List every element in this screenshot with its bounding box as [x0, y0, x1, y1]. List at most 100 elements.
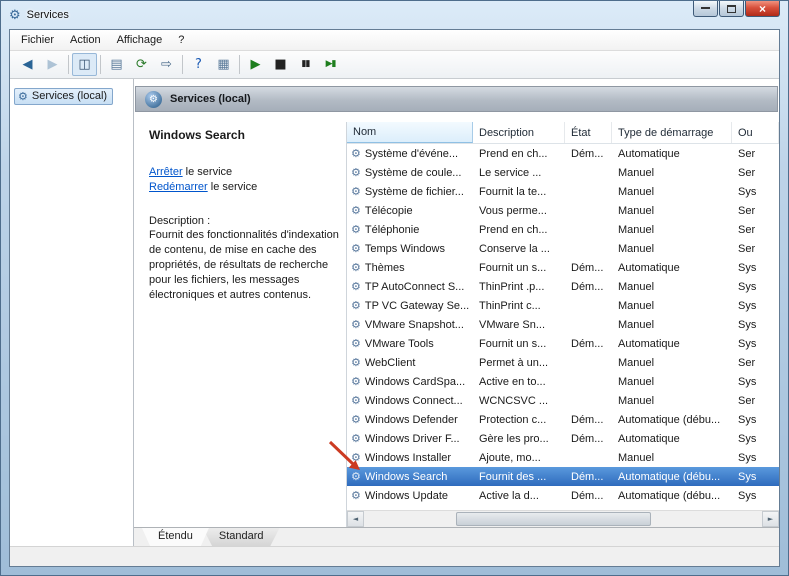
- service-row[interactable]: ⚙ VMware Tools Fournit un s... Dém... Automa…: [347, 334, 779, 353]
- tree-item-services-local[interactable]: ⚙ Services (local): [14, 88, 114, 105]
- console-tree: ⚙ Services (local): [10, 79, 134, 546]
- service-name: Système de coule...: [364, 166, 462, 179]
- column-header-description[interactable]: Description: [473, 122, 565, 143]
- service-name: VMware Tools: [364, 337, 434, 350]
- service-row[interactable]: ⚙ Temps Windows Conserve la ... Manuel Ser: [347, 239, 779, 258]
- minimize-button[interactable]: [693, 1, 718, 17]
- panel-header: ⚙ Services (local): [135, 86, 778, 112]
- service-row[interactable]: ⚙ Télécopie Vous perme... Manuel Ser: [347, 201, 779, 220]
- menu-fichier[interactable]: Fichier: [13, 31, 62, 49]
- menu-affichage[interactable]: Affichage: [109, 31, 171, 49]
- menu-action[interactable]: Action: [62, 31, 109, 49]
- tab-standard[interactable]: Standard: [202, 528, 280, 546]
- window-controls: ×: [692, 1, 780, 17]
- service-startup-type: Automatique (débu...: [618, 489, 721, 502]
- restart-link-action[interactable]: Redémarrer: [149, 181, 208, 193]
- stop-link-action[interactable]: Arrêter: [149, 166, 183, 178]
- column-header-nom[interactable]: Nom: [347, 122, 473, 143]
- service-description: Active en to...: [479, 375, 546, 388]
- service-row[interactable]: ⚙ Thèmes Fournit un s... Dém... Automatique S…: [347, 258, 779, 277]
- service-row[interactable]: ⚙ Windows Search Fournit des ... Dém... Auto…: [347, 467, 779, 486]
- window-title: Services: [26, 9, 69, 21]
- close-button[interactable]: ×: [745, 1, 780, 17]
- service-row[interactable]: ⚙ VMware Snapshot... VMware Sn... Manuel Sys: [347, 315, 779, 334]
- service-logon-as: Ser: [738, 394, 756, 407]
- service-name: Télécopie: [364, 204, 413, 217]
- services-list-pane: Nom Description État Type de démarrage Ou ⚙ S…: [346, 122, 779, 527]
- stop-service-button[interactable]: ■: [268, 53, 293, 76]
- column-header-ou[interactable]: Ou: [732, 122, 779, 143]
- pause-service-button[interactable]: ▮▮: [293, 53, 318, 76]
- scrollbar-track[interactable]: [364, 511, 762, 527]
- service-row[interactable]: ⚙ Windows Connect... WCNCSVC ... Manuel Ser: [347, 391, 779, 410]
- service-state: Dém...: [571, 489, 604, 502]
- service-startup-type: Automatique: [618, 147, 680, 160]
- help-button[interactable]: ?: [186, 53, 211, 76]
- stop-service-link[interactable]: Arrêter le service: [149, 166, 336, 178]
- horizontal-scrollbar[interactable]: ◄ ►: [347, 510, 779, 527]
- close-icon: ×: [758, 1, 766, 16]
- service-row[interactable]: ⚙ TP VC Gateway Se... ThinPrint c... Manuel…: [347, 296, 779, 315]
- scroll-right-button[interactable]: ►: [762, 511, 779, 527]
- service-gear-icon: ⚙: [351, 280, 361, 293]
- scroll-right-icon: ►: [767, 515, 774, 523]
- service-row[interactable]: ⚙ Téléphonie Prend en ch... Manuel Ser: [347, 220, 779, 239]
- toolbar-separator: [182, 55, 183, 74]
- service-row[interactable]: ⚙ Windows Update Active la d... Dém... Autom…: [347, 486, 779, 505]
- service-gear-icon: ⚙: [351, 242, 361, 255]
- service-name: Système d'événe...: [364, 147, 459, 160]
- restart-service-button[interactable]: ▶▮: [318, 53, 343, 76]
- service-logon-as: Sys: [738, 280, 757, 293]
- service-logon-as: Sys: [738, 413, 757, 426]
- scroll-left-icon: ◄: [352, 515, 359, 523]
- service-startup-type: Automatique: [618, 337, 680, 350]
- service-name: Téléphonie: [364, 223, 420, 236]
- view-menu-button[interactable]: ▦: [211, 53, 236, 76]
- service-row[interactable]: ⚙ Système de coule... Le service ... Manuel…: [347, 163, 779, 182]
- service-logon-as: Sys: [738, 375, 757, 388]
- maximize-button[interactable]: [719, 1, 744, 17]
- service-startup-type: Manuel: [618, 204, 655, 217]
- toolbar: ◀ ▶ ◫ ▤ ⟳ ⇨? ▦ ▶ ■ ▮▮ ▶▮: [10, 51, 779, 79]
- view-menu-icon: ▦: [217, 57, 230, 72]
- export-list-button[interactable]: ⇨: [154, 53, 179, 76]
- show-console-tree-button[interactable]: ◫: [72, 53, 97, 76]
- service-startup-type: Manuel: [618, 280, 655, 293]
- service-row[interactable]: ⚙ Windows Defender Protection c... Dém... Au…: [347, 410, 779, 429]
- service-description: Fournit un s...: [479, 337, 547, 350]
- title-bar[interactable]: ⚙ Services ×: [1, 1, 788, 29]
- scroll-left-button[interactable]: ◄: [347, 511, 364, 527]
- service-row[interactable]: ⚙ TP AutoConnect S... ThinPrint .p... Dém..…: [347, 277, 779, 296]
- service-row[interactable]: ⚙ Windows CardSpa... Active en to... Manuel…: [347, 372, 779, 391]
- service-name: Windows Driver F...: [364, 432, 460, 445]
- service-row[interactable]: ⚙ Windows Installer Ajoute, mo... Manuel Sys: [347, 448, 779, 467]
- service-description: Le service ...: [479, 166, 542, 179]
- service-row[interactable]: ⚙ Système d'événe... Prend en ch... Dém... A…: [347, 144, 779, 163]
- stop-link-rest: le service: [182, 166, 233, 178]
- service-state: Dém...: [571, 261, 604, 274]
- back-button[interactable]: ◀: [15, 53, 40, 76]
- service-description: Vous perme...: [479, 204, 547, 217]
- service-startup-type: Automatique (débu...: [618, 470, 721, 483]
- tab-etendu[interactable]: Étendu: [142, 528, 209, 546]
- services-node-icon: ⚙: [18, 89, 28, 103]
- column-header-type-de-demarrage[interactable]: Type de démarrage: [612, 122, 732, 143]
- service-row[interactable]: ⚙ Windows Driver F... Gère les pro... Dém..…: [347, 429, 779, 448]
- service-name: Système de fichier...: [364, 185, 464, 198]
- service-name: Windows Connect...: [364, 394, 463, 407]
- service-row[interactable]: ⚙ Système de fichier... Fournit la te... Ma…: [347, 182, 779, 201]
- properties-icon: ▤: [110, 57, 123, 72]
- refresh-button[interactable]: ⟳: [129, 53, 154, 76]
- menu-help[interactable]: ?: [170, 31, 192, 49]
- service-logon-as: Sys: [738, 451, 757, 464]
- service-row[interactable]: ⚙ WebClient Permet à un... Manuel Ser: [347, 353, 779, 372]
- description-label: Description :: [149, 215, 211, 227]
- restart-service-link[interactable]: Redémarrer le service: [149, 181, 336, 193]
- service-name: Windows Update: [364, 489, 449, 502]
- start-service-button[interactable]: ▶: [243, 53, 268, 76]
- content-area: ⚙ Services (local) ⚙ Services (local) Wi…: [10, 79, 779, 546]
- scrollbar-thumb[interactable]: [456, 512, 651, 526]
- service-description: Conserve la ...: [479, 242, 550, 255]
- column-header-etat[interactable]: État: [565, 122, 612, 143]
- properties-button[interactable]: ▤: [104, 53, 129, 76]
